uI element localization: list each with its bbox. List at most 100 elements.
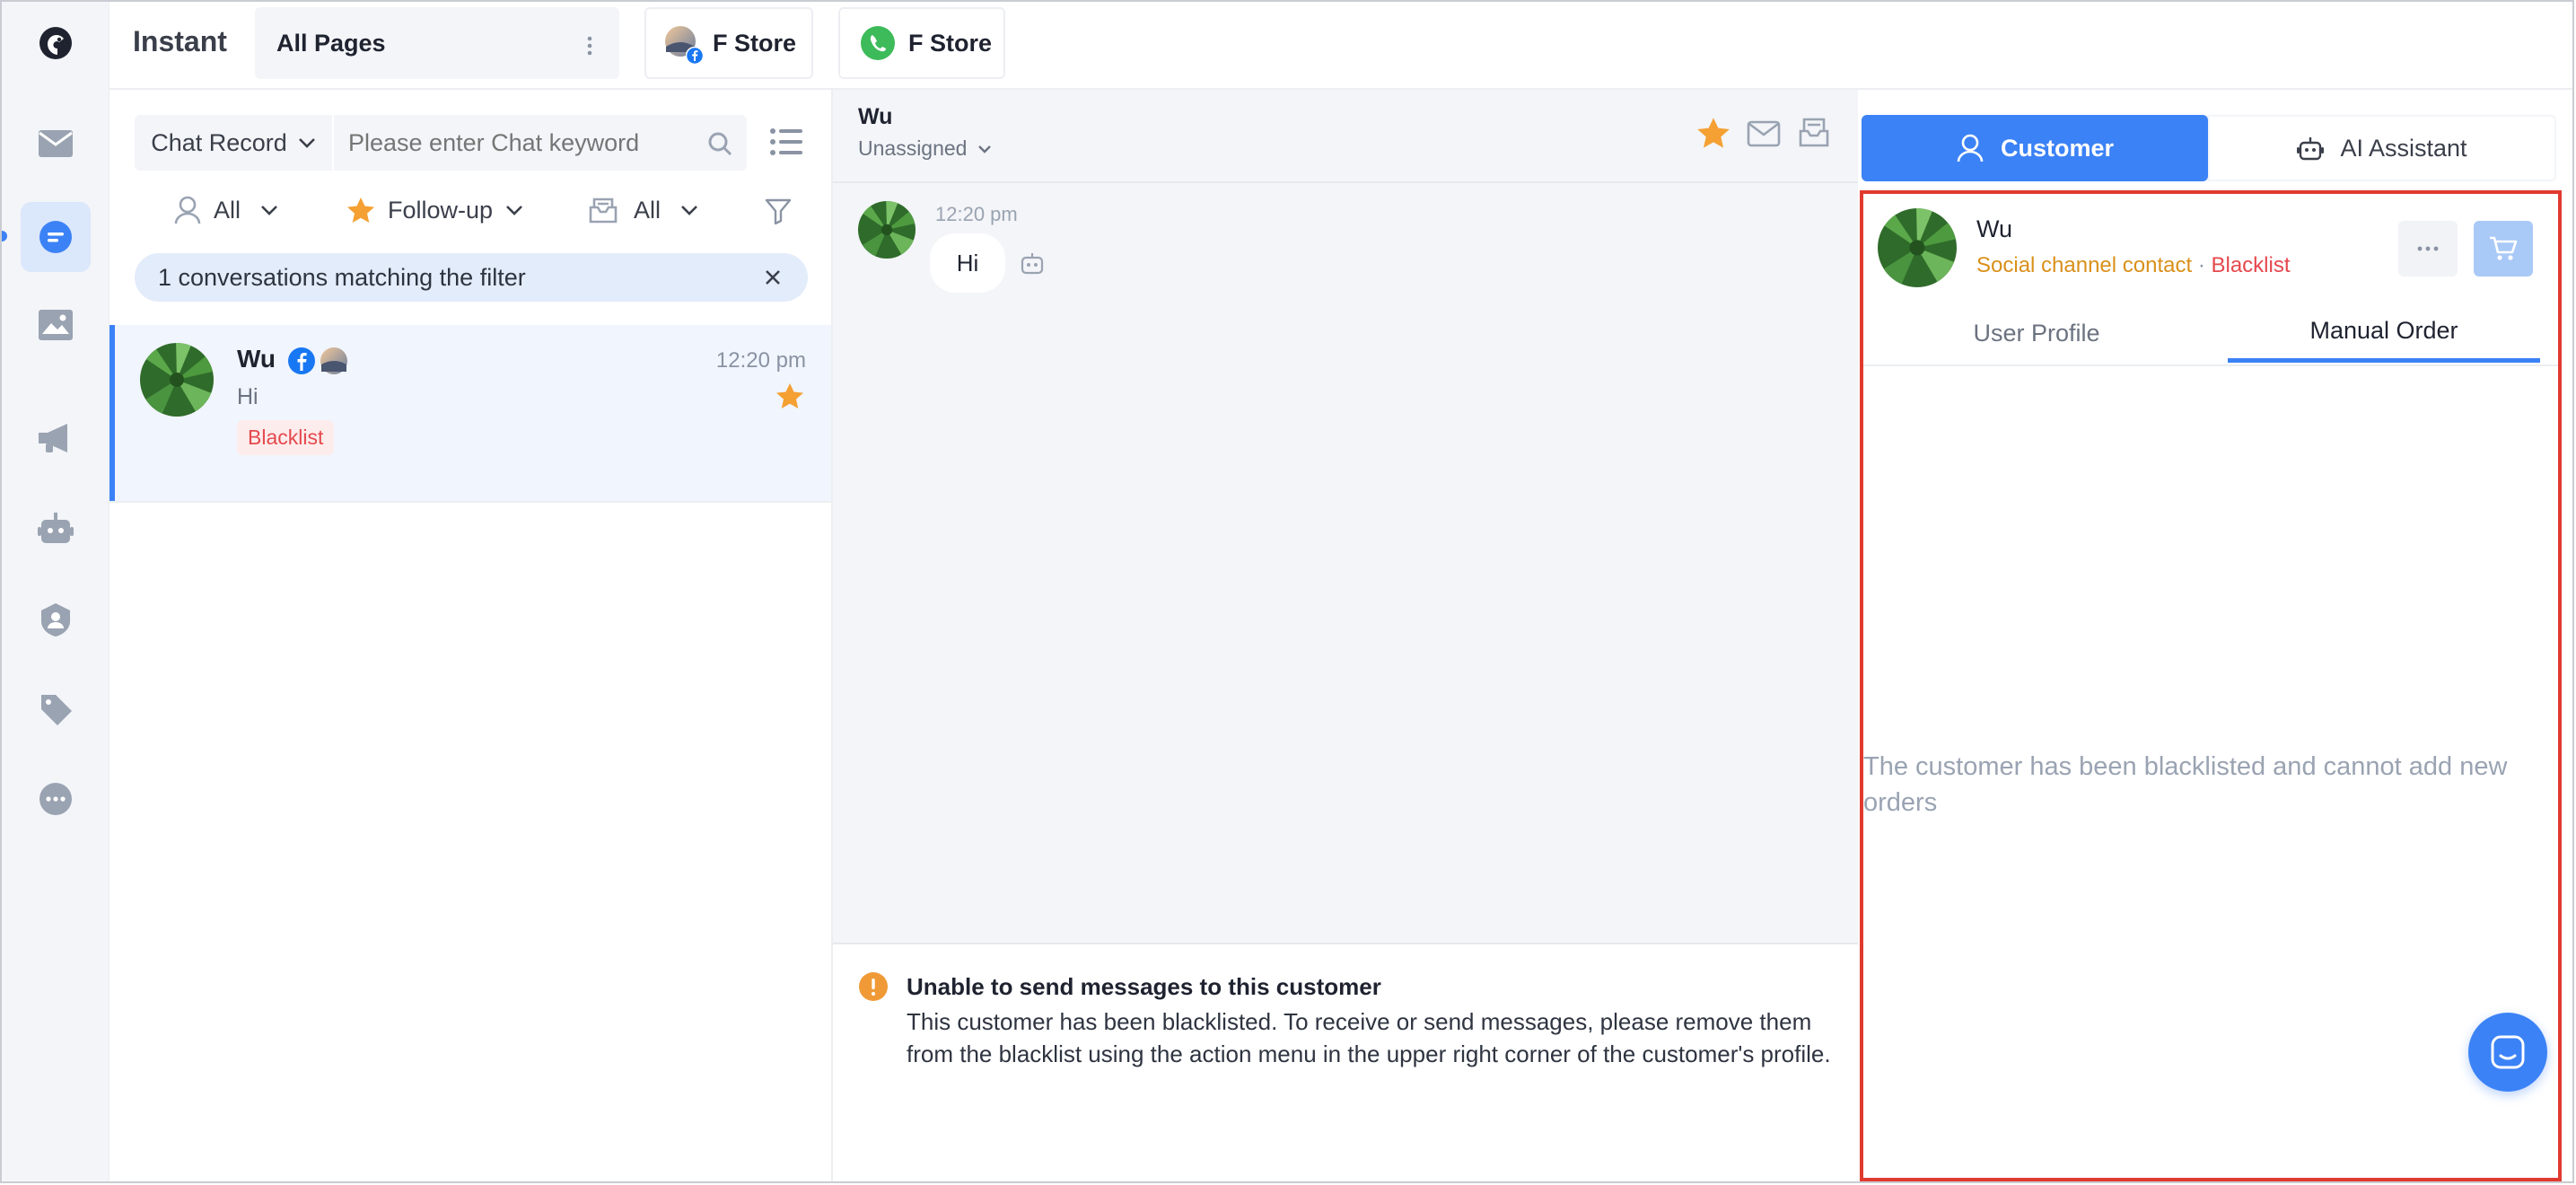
- avatar: [1878, 208, 1957, 287]
- sidebar-item-inbox[interactable]: [2, 108, 110, 180]
- more-icon: [2417, 246, 2439, 251]
- filter-notice: 1 conversations matching the filter: [135, 253, 808, 302]
- inbox-filter[interactable]: All: [589, 192, 698, 228]
- conversation-name: Wu: [237, 345, 276, 373]
- more-actions-button[interactable]: [2398, 221, 2458, 276]
- message-text: Hi: [956, 249, 979, 276]
- conversation-list-panel: Chat Record All Follow-up All 1 conversa…: [110, 90, 833, 1181]
- chevron-down-icon: [261, 206, 277, 215]
- store-tab-whatsapp[interactable]: F Store: [838, 7, 1005, 79]
- search-bar: Chat Record: [135, 115, 747, 171]
- customer-name: Wu: [1976, 215, 2013, 242]
- meta-separator: ·: [2192, 253, 2212, 277]
- robot-icon: [38, 513, 74, 543]
- assignment-dropdown[interactable]: Unassigned: [858, 136, 992, 161]
- list-view-icon[interactable]: [770, 127, 802, 156]
- top-bar: Instant All Pages F Store F Store: [110, 2, 2572, 90]
- mail-icon: [39, 130, 73, 157]
- search-scope-dropdown[interactable]: Chat Record: [135, 115, 334, 171]
- help-chat-launcher[interactable]: [2468, 1013, 2547, 1092]
- conversation-item[interactable]: Wu 12:20 pm Hi Blacklist: [110, 325, 831, 501]
- chevron-down-icon: [681, 206, 697, 215]
- sidebar-item-broadcast[interactable]: [2, 402, 110, 474]
- tab-ai-assistant[interactable]: AI Assistant: [2208, 115, 2556, 181]
- image-icon: [39, 310, 73, 340]
- robot-icon: [1021, 253, 1044, 275]
- search-scope-label: Chat Record: [151, 128, 287, 156]
- sidebar-item-more[interactable]: [2, 763, 110, 835]
- app-title: Instant: [133, 25, 227, 57]
- whatsapp-icon: [861, 26, 895, 60]
- avatar: [140, 343, 214, 417]
- star-icon: [347, 198, 374, 223]
- inbox-icon: [589, 198, 618, 224]
- chevron-down-icon: [978, 145, 992, 154]
- sidebar-rail: [2, 2, 110, 1181]
- search-input[interactable]: [348, 124, 689, 162]
- inbox-filter-label: All: [634, 196, 662, 224]
- megaphone-icon: [39, 424, 67, 452]
- sidebar-item-bot[interactable]: [2, 492, 110, 564]
- assignee-filter[interactable]: All: [174, 192, 278, 228]
- chat-header: Wu Unassigned: [833, 90, 1858, 183]
- app-window: Instant All Pages F Store F Store Chat R…: [0, 0, 2574, 1183]
- subtab-user-profile[interactable]: User Profile: [1863, 303, 2210, 363]
- page-selector[interactable]: All Pages: [255, 7, 619, 79]
- chevron-down-icon: [298, 138, 315, 148]
- assignment-label: Unassigned: [858, 136, 968, 160]
- sidebar-item-contacts[interactable]: [2, 584, 110, 655]
- assignee-filter-label: All: [214, 196, 241, 224]
- customer-status: Blacklist: [2211, 253, 2291, 277]
- customer-meta: Social channel contact · Blacklist: [1976, 253, 2291, 278]
- store-tab-facebook[interactable]: F Store: [644, 7, 813, 79]
- page-selector-label: All Pages: [276, 29, 386, 57]
- add-order-button[interactable]: [2474, 221, 2533, 276]
- store-tab-label: F Store: [713, 29, 797, 57]
- sidebar-item-chat[interactable]: [2, 201, 110, 273]
- follow-up-filter[interactable]: Follow-up: [346, 192, 523, 228]
- divider: [110, 501, 831, 503]
- subtab-manual-order-label: Manual Order: [2309, 317, 2458, 344]
- tab-customer-label: Customer: [2000, 134, 2115, 162]
- robot-icon: [2297, 137, 2325, 161]
- cart-icon: [2490, 236, 2518, 260]
- warning-body: This customer has been blacklisted. To r…: [907, 1008, 1831, 1067]
- blacklist-badge: Blacklist: [237, 420, 335, 455]
- empty-order-message: The customer has been blacklisted and ca…: [1863, 752, 2508, 817]
- filter-notice-text: 1 conversations matching the filter: [158, 263, 526, 291]
- tab-customer[interactable]: Customer: [1862, 115, 2208, 181]
- store-avatar: [664, 25, 704, 65]
- star-icon[interactable]: [775, 382, 804, 409]
- message-time: 12:20 pm: [935, 203, 1018, 225]
- contact-shield-icon: [41, 603, 70, 636]
- subtab-manual-order[interactable]: Manual Order: [2228, 303, 2540, 363]
- user-icon: [174, 196, 201, 224]
- archive-icon[interactable]: [1799, 117, 1829, 147]
- conversation-time: 12:20 pm: [715, 348, 806, 373]
- app-logo: [2, 7, 110, 79]
- sidebar-item-tags[interactable]: [2, 673, 110, 745]
- filter-icon[interactable]: [765, 198, 792, 224]
- star-icon[interactable]: [1696, 117, 1730, 149]
- close-icon[interactable]: [765, 269, 781, 285]
- warning-icon: [859, 972, 888, 1001]
- subtab-user-profile-label: User Profile: [1973, 319, 2100, 347]
- messenger-icon: [2491, 1035, 2525, 1069]
- tab-ai-assistant-label: AI Assistant: [2340, 134, 2467, 162]
- chat-bubble-icon: [39, 221, 72, 253]
- customer-card-highlight: Wu Social channel contact · Blacklist Us…: [1860, 190, 2562, 1181]
- store-tab-label: F Store: [908, 29, 993, 57]
- customer-contact-type: Social channel contact: [1976, 253, 2193, 277]
- facebook-badge-icon: [686, 47, 704, 65]
- logo-icon: [39, 27, 72, 59]
- blacklist-warning: Unable to send messages to this customer…: [833, 943, 1858, 1181]
- avatar: [858, 201, 916, 259]
- conversation-preview: Hi: [237, 384, 258, 409]
- user-icon: [1957, 134, 1984, 162]
- kebab-menu-icon[interactable]: [587, 36, 592, 56]
- chat-panel: Wu Unassigned 12:20 pm Hi Unable to send…: [833, 90, 1858, 1181]
- panel-tabs: Customer AI Assistant: [1862, 115, 2556, 181]
- mail-icon[interactable]: [1747, 120, 1781, 147]
- search-icon[interactable]: [707, 131, 732, 156]
- sidebar-item-media[interactable]: [2, 289, 110, 361]
